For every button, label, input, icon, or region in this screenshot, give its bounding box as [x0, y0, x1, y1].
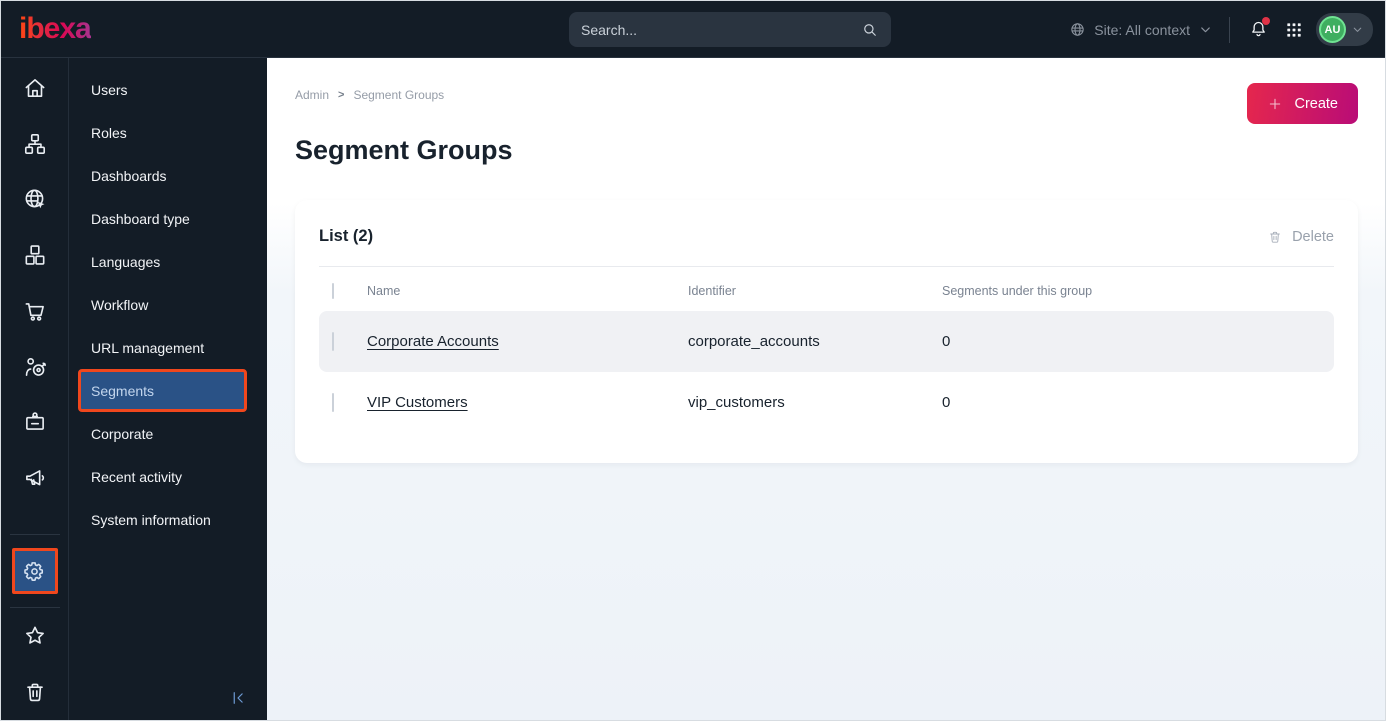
identifier-cell: corporate_accounts	[688, 333, 820, 350]
apps-menu-button[interactable]	[1280, 16, 1308, 44]
rail-item-campaigns[interactable]	[1, 450, 68, 506]
chevron-down-icon	[1353, 27, 1362, 32]
main-content: Admin > Segment Groups Create Segment Gr…	[267, 58, 1385, 720]
sidebar-item-roles[interactable]: Roles	[69, 111, 267, 154]
home-icon	[25, 78, 44, 97]
rail-item-products[interactable]	[1, 227, 68, 283]
admin-sidebar: Users Roles Dashboards Dashboard type La…	[69, 58, 267, 720]
sidebar-item-url-management[interactable]: URL management	[69, 326, 267, 369]
ibexa-logo[interactable]: ibexa	[19, 12, 92, 46]
segment-group-link[interactable]: Corporate Accounts	[367, 333, 499, 350]
breadcrumb: Admin > Segment Groups	[267, 58, 1385, 102]
sidebar-item-label: Segments	[91, 382, 155, 399]
app-window: ibexa Site: All context	[0, 0, 1386, 721]
cart-icon	[25, 302, 44, 321]
sidebar-item-segments[interactable]: Segments	[78, 369, 247, 412]
star-icon	[25, 626, 44, 645]
megaphone-icon	[25, 470, 44, 486]
rail-divider	[9, 533, 60, 535]
rail-item-home[interactable]	[1, 60, 68, 116]
sidebar-item-dashboards[interactable]: Dashboards	[69, 154, 267, 197]
page-title: Segment Groups	[295, 135, 513, 165]
sidebar-item-dashboard-type[interactable]: Dashboard type	[69, 197, 267, 240]
column-header-segments: Segments under this group	[942, 284, 1093, 298]
segment-groups-list-card: List (2) Delete Name Identifier Segments…	[295, 200, 1358, 463]
sidebar-item-label: Dashboards	[91, 167, 167, 184]
select-all-checkbox[interactable]	[332, 283, 334, 299]
avatar: AU	[1319, 16, 1346, 43]
sidebar-item-label: Roles	[91, 124, 127, 141]
row-checkbox[interactable]	[332, 393, 334, 412]
breadcrumb-current: Segment Groups	[353, 88, 445, 102]
segment-group-link[interactable]: VIP Customers	[367, 394, 468, 411]
create-button[interactable]: Create	[1247, 83, 1358, 124]
row-checkbox[interactable]	[332, 332, 334, 351]
table-header-row: Name Identifier Segments under this grou…	[319, 267, 1334, 311]
sidebar-item-workflow[interactable]: Workflow	[69, 283, 267, 326]
gear-icon	[24, 561, 44, 581]
sidebar-collapse-button[interactable]	[229, 689, 247, 712]
site-globe-icon	[25, 189, 44, 209]
segments-count-cell: 0	[942, 333, 951, 350]
id-badge-icon	[25, 412, 44, 431]
list-title: List (2)	[319, 227, 374, 245]
chevron-down-icon	[1201, 27, 1210, 33]
topbar-controls: Site: All context AU	[1069, 1, 1373, 58]
rail-item-personalization[interactable]	[1, 394, 68, 450]
sidebar-item-label: System information	[91, 511, 211, 528]
notifications-button[interactable]	[1244, 16, 1272, 44]
global-search	[569, 12, 891, 47]
user-menu[interactable]: AU	[1316, 13, 1373, 46]
site-context-selector[interactable]: Site: All context	[1069, 21, 1213, 38]
sidebar-item-recent-activity[interactable]: Recent activity	[69, 455, 267, 498]
identifier-cell: vip_customers	[688, 394, 785, 411]
column-header-name: Name	[367, 284, 401, 298]
table-row: VIP Customers vip_customers 0	[319, 372, 1334, 433]
grid-apps-icon	[1287, 22, 1301, 37]
sidebar-item-label: Recent activity	[91, 468, 183, 485]
collapse-left-icon	[233, 692, 243, 704]
segments-count-cell: 0	[942, 394, 951, 411]
sidebar-item-corporate[interactable]: Corporate	[69, 412, 267, 455]
site-context-label: Site: All context	[1094, 21, 1190, 38]
breadcrumb-admin[interactable]: Admin	[295, 88, 329, 102]
sidebar-item-label: Users	[91, 81, 128, 98]
topbar-divider	[1229, 16, 1230, 43]
top-bar: ibexa Site: All context	[1, 1, 1385, 58]
active-rail-highlight	[11, 548, 58, 595]
sidebar-item-label: Dashboard type	[91, 210, 190, 227]
blocks-icon	[25, 245, 44, 265]
rail-item-audience[interactable]	[1, 339, 68, 395]
rail-item-trash[interactable]	[1, 664, 68, 720]
trash-icon	[26, 683, 43, 702]
content-tree-icon	[24, 133, 45, 154]
sidebar-item-label: URL management	[91, 339, 205, 356]
sidebar-item-users[interactable]: Users	[69, 68, 267, 111]
delete-button[interactable]: Delete	[1267, 229, 1334, 245]
delete-button-label: Delete	[1292, 228, 1334, 245]
trash-icon	[1270, 231, 1280, 243]
rail-item-favorites[interactable]	[1, 608, 68, 664]
rail-item-commerce[interactable]	[1, 283, 68, 339]
rail-item-admin-settings[interactable]	[1, 541, 68, 602]
audience-target-icon	[25, 357, 46, 376]
table-row: Corporate Accounts corporate_accounts 0	[319, 311, 1334, 372]
plus-icon	[1270, 98, 1281, 109]
icon-rail	[1, 58, 69, 720]
globe-icon	[1071, 23, 1084, 36]
sidebar-item-system-information[interactable]: System information	[69, 498, 267, 541]
rail-item-site[interactable]	[1, 171, 68, 227]
rail-item-content-tree[interactable]	[1, 116, 68, 172]
search-input[interactable]	[581, 21, 861, 38]
column-header-identifier: Identifier	[688, 284, 736, 298]
sidebar-item-label: Corporate	[91, 425, 154, 442]
create-button-label: Create	[1294, 95, 1338, 112]
search-icon[interactable]	[861, 21, 879, 39]
notification-badge	[1262, 16, 1270, 25]
breadcrumb-separator: >	[338, 89, 345, 101]
sidebar-item-label: Workflow	[91, 296, 149, 313]
sidebar-item-languages[interactable]: Languages	[69, 240, 267, 283]
sidebar-item-label: Languages	[91, 253, 161, 270]
